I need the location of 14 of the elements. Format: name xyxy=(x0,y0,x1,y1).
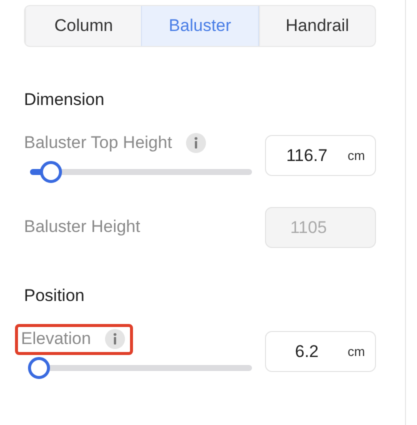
slider-track[interactable] xyxy=(28,161,252,183)
section-heading: Position xyxy=(24,286,84,306)
unit-label: cm xyxy=(348,344,365,359)
number-input[interactable]: 116.7 cm xyxy=(265,135,376,176)
section-heading: Dimension xyxy=(24,90,104,110)
number-input[interactable]: 6.2 cm xyxy=(265,331,376,372)
field-label: Elevation xyxy=(21,329,91,349)
field-label: Baluster Top Height xyxy=(24,133,172,153)
slider-track[interactable] xyxy=(28,357,252,379)
slider-thumb[interactable] xyxy=(40,161,62,183)
unit-label: cm xyxy=(348,148,365,163)
field-label: Baluster Height xyxy=(24,217,140,237)
slider-thumb[interactable] xyxy=(28,357,50,379)
tab[interactable]: Handrail xyxy=(258,6,375,46)
